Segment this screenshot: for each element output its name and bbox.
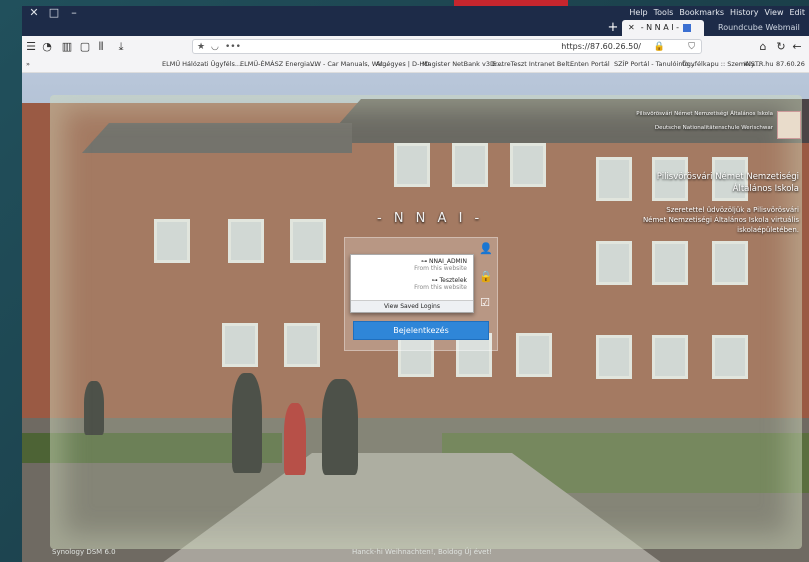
lock-icon: 🔒 [479,270,493,283]
close-window-button[interactable]: ✕ [24,6,44,22]
bookmarks-overflow-icon[interactable]: » [26,60,30,68]
menu-edit[interactable]: Edit [790,8,806,17]
login-button[interactable]: Bejelentkezés [353,321,489,340]
library-icon[interactable]: ▥ [60,39,74,55]
star-icon[interactable]: ★ [197,40,205,54]
saved-login-item[interactable]: ⊶ NNAI_ADMIN From this website [414,258,467,272]
menu-help[interactable]: Help [629,8,647,17]
address-bar[interactable]: ★ ◡ ••• https://87.60.26.50/ 🔒 ⛉ [192,39,702,54]
browser-window: ✕ □ – Help Tools Bookmarks History View … [22,6,809,562]
tab-label: - N N A I - [640,23,679,32]
maximize-window-button[interactable]: □ [44,6,64,22]
home-icon[interactable]: ⌂ [756,39,770,55]
school-name-line2: Általános Iskola [732,184,799,194]
back-icon[interactable]: ← [790,39,804,55]
school-name-line1: Pilisvörösvári Német Nemzetiségi [656,172,799,182]
bookmark-item[interactable]: INSTR.hu [744,60,773,68]
saved-login-note: From this website [414,284,467,291]
menu-icon[interactable]: ☰ [24,39,38,55]
bookmark-item[interactable]: ELMÜ-ÉMÁSZ Energia... [240,60,316,68]
close-tab-icon[interactable]: ✕ [628,23,635,32]
menu-bookmarks[interactable]: Bookmarks [679,8,724,17]
view-saved-logins-button[interactable]: View Saved Logins [351,300,473,312]
reload-icon[interactable]: ↻ [774,39,788,55]
brand-title: - N N A I - [377,211,484,226]
school-header-line2: Deutsche Nationalitätenschule Werischwar [654,125,773,131]
pocket-icon[interactable]: ◡ [211,40,219,54]
saved-login-user: NNAI_ADMIN [428,258,467,265]
title-bar: ✕ □ – Help Tools Bookmarks History View … [22,6,809,48]
bookmark-item[interactable]: Enten Portál [570,60,610,68]
bookmarks-bar: » ELMŰ Hálózati Ügyféls... ELMÜ-ÉMÁSZ En… [22,58,809,73]
saved-login-note: From this website [414,265,467,272]
menu-view[interactable]: View [765,8,784,17]
bookmarks-library-icon[interactable]: ⫴ [94,39,108,55]
footer-version: Synology DSM 6.0 [52,548,116,556]
saved-login-user: Tesztelek [439,277,468,284]
minimize-window-button[interactable]: – [64,6,84,22]
bookmark-item[interactable]: 87.60.26 [776,60,805,68]
tab-roundcube[interactable]: Roundcube Webmail :: Érkező [712,20,809,48]
menu-history[interactable]: History [730,8,758,17]
tab-nnai[interactable]: ✕ - N N A I - [622,20,704,36]
download-icon[interactable]: ⤓ [114,39,128,55]
navigation-bar: ☰ ◔ ▥ ▢ ⫴ ⤓ ★ ◡ ••• https://87.60.26.50/… [22,36,809,59]
bookmark-item[interactable]: ELMŰ Hálózati Ügyféls... [162,60,241,68]
menu-bar: Help Tools Bookmarks History View Edit [629,8,805,17]
tab-favicon [683,23,691,32]
welcome-line1: Szeretettel üdvözöljük a Pilisvörösvári [666,206,799,214]
saved-login-item[interactable]: ⊶ Tesztelek From this website [414,277,467,291]
checkbox-icon[interactable]: ☑ [479,296,491,310]
school-logo [777,111,801,139]
saved-logins-popup: ⊶ NNAI_ADMIN From this website ⊶ Tesztel… [350,254,474,313]
menu-tools[interactable]: Tools [654,8,674,17]
lock-warning-icon: 🔒 [653,42,665,52]
user-icon: 👤 [479,242,493,255]
login-page: Pilisvörösvári Német Nemzetiségi Általán… [22,73,809,562]
page-actions-icon[interactable]: ••• [225,40,241,54]
url-text: https://87.60.26.50/ [561,42,641,51]
new-tab-button[interactable]: + [606,20,620,36]
shield-icon[interactable]: ⛉ [688,40,695,54]
sidebar-icon[interactable]: ▢ [78,39,92,55]
footer-greeting: Hanck-hi Weihnachten!, Boldog Új évet! [352,548,493,556]
account-icon[interactable]: ◔ [40,39,54,55]
welcome-line2: Német Nemzetiségi Általános Iskola virtu… [642,216,799,224]
bookmark-item[interactable]: DretreTeszt Intranet Belt... [490,60,576,68]
school-header-line1: Pilisvörösvári Német Nemzetiségi Általán… [636,111,773,117]
welcome-line3: iskolaépületében. [737,226,799,234]
